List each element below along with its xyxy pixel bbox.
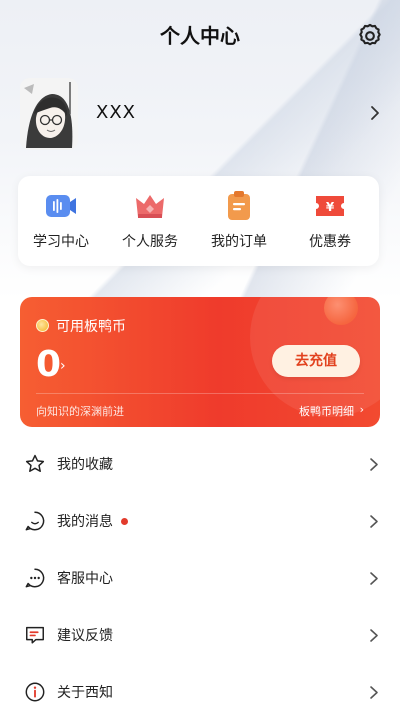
chevron-right-icon — [370, 515, 378, 528]
quick-actions-card: 学习中心 个人服务 我的订单 ¥ 优惠券 — [18, 176, 379, 266]
coin-icon — [36, 319, 49, 332]
menu-item-label: 我的消息 — [57, 514, 113, 530]
menu-item-label: 客服中心 — [57, 571, 113, 587]
crown-icon — [136, 195, 164, 218]
video-camera-icon — [46, 195, 76, 217]
coin-slogan: 向知识的深渊前进 — [36, 405, 124, 418]
quick-action-my-orders[interactable]: 我的订单 — [196, 190, 282, 254]
chat-bubble-dots-icon — [25, 568, 45, 588]
menu-item-about[interactable]: 关于西知 — [0, 664, 400, 711]
chevron-right-icon[interactable]: › — [60, 358, 66, 374]
quick-action-label: 学习中心 — [33, 234, 89, 250]
avatar[interactable] — [20, 78, 78, 150]
quick-action-label: 优惠券 — [309, 234, 351, 250]
quick-action-personal-service[interactable]: 个人服务 — [107, 190, 193, 254]
menu-list: 我的收藏 我的消息 客服中心 建议反馈 关于西知 — [0, 436, 400, 711]
menu-item-label: 关于西知 — [57, 685, 113, 701]
chevron-right-icon: › — [359, 403, 364, 416]
chevron-right-icon — [370, 629, 378, 642]
coin-balance-card: 可用板鸭币 0 › 去充值 向知识的深渊前进 板鸭币明细 › — [20, 297, 380, 427]
username: XXX — [96, 102, 136, 123]
coin-balance[interactable]: 0 — [36, 345, 61, 385]
divider — [36, 393, 364, 394]
menu-item-customer-service[interactable]: 客服中心 — [0, 550, 400, 607]
clipboard-icon — [228, 191, 250, 220]
avatar-illustration — [20, 78, 78, 150]
top-bar: 个人中心 — [0, 0, 400, 70]
info-icon — [25, 682, 45, 702]
chevron-right-icon — [371, 106, 379, 120]
quick-action-coupons[interactable]: ¥ 优惠券 — [287, 190, 373, 254]
gear-icon — [359, 23, 381, 46]
page-title: 个人中心 — [160, 24, 240, 48]
coupon-icon: ¥ — [316, 196, 344, 216]
settings-button[interactable] — [356, 22, 384, 50]
coin-detail-link[interactable]: 板鸭币明细 — [299, 403, 354, 419]
chevron-right-icon — [370, 572, 378, 585]
menu-item-label: 建议反馈 — [57, 628, 113, 644]
recharge-button[interactable]: 去充值 — [272, 345, 360, 377]
feedback-icon — [26, 626, 44, 644]
quick-action-study-center[interactable]: 学习中心 — [18, 190, 104, 254]
chevron-right-icon — [370, 458, 378, 471]
message-smile-icon — [25, 511, 45, 531]
chevron-right-icon — [370, 686, 378, 699]
coin-label: 可用板鸭币 — [56, 319, 126, 335]
quick-action-label: 个人服务 — [122, 234, 178, 250]
profile-row[interactable]: XXX — [20, 78, 390, 150]
menu-item-feedback[interactable]: 建议反馈 — [0, 607, 400, 664]
svg-text:¥: ¥ — [326, 200, 335, 214]
menu-item-label: 我的收藏 — [57, 457, 113, 473]
quick-action-label: 我的订单 — [211, 234, 267, 250]
unread-badge — [121, 518, 128, 525]
menu-item-messages[interactable]: 我的消息 — [0, 493, 400, 550]
star-icon — [25, 454, 45, 472]
menu-item-favorites[interactable]: 我的收藏 — [0, 436, 400, 493]
